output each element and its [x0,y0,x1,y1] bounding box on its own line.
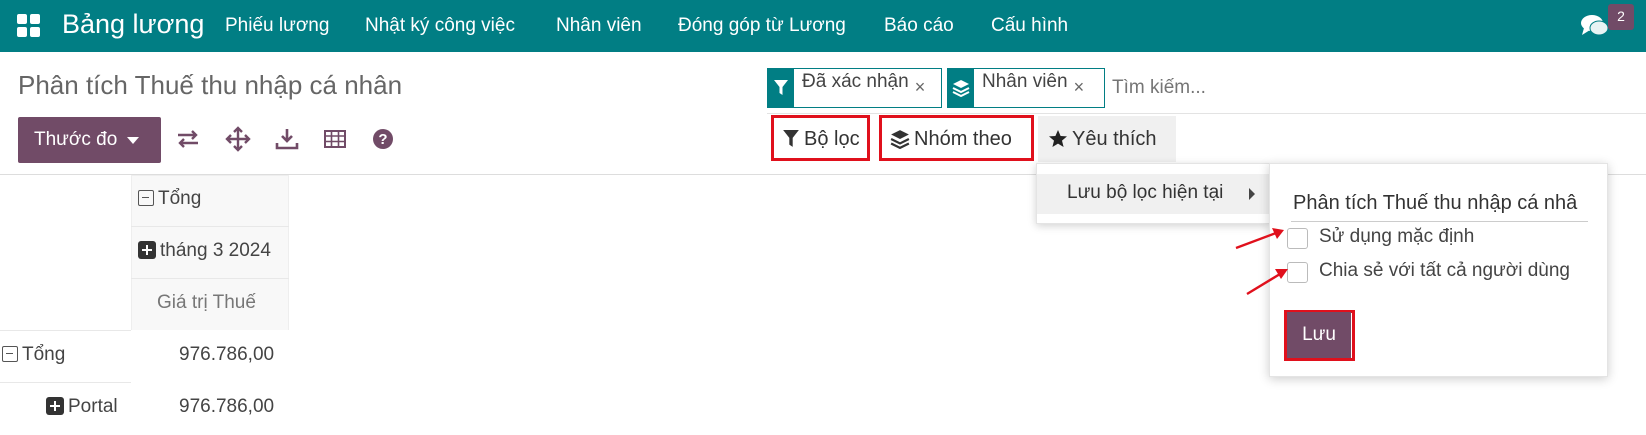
menu-salary-contributions[interactable]: Đóng góp từ Lương [678,15,846,37]
pivot-col-total[interactable]: Tổng [138,188,201,210]
favorites-dropdown: Lưu bộ lọc hiện tại [1036,163,1270,224]
svg-text:?: ? [378,131,387,148]
chat-icon[interactable] [1580,13,1610,39]
help-icon[interactable]: ? [370,126,396,152]
share-all-label: Chia sẻ với tất cả người dùng [1319,260,1570,281]
star-icon [1049,130,1067,147]
app-name[interactable]: Bảng lương [62,9,204,40]
remove-facet-icon[interactable]: × [1074,69,1091,107]
filter-icon [783,130,799,147]
menu-employees[interactable]: Nhân viên [556,15,642,37]
pivot-divider [131,226,289,227]
menu-reports[interactable]: Báo cáo [884,15,954,37]
filter-button[interactable]: Bộ lọc [782,117,860,161]
filter-icon [768,69,794,107]
layers-icon [948,69,974,107]
pivot-col-group-label: tháng 3 2024 [160,240,271,261]
save-current-filter-item[interactable]: Lưu bộ lọc hiện tại [1037,174,1269,214]
pivot-col-group[interactable]: tháng 3 2024 [138,240,271,262]
pivot-cell-value[interactable]: 976.786,00 [179,396,274,418]
measures-button[interactable]: Thước đo [18,117,161,163]
measures-label: Thước đo [34,129,118,150]
use-default-label: Sử dụng mặc định [1319,226,1475,247]
top-navbar: Bảng lương Phiếu lương Nhật ký công việc… [0,0,1646,52]
pivot-divider [131,278,289,279]
pivot-row-total[interactable]: Tổng [2,344,65,366]
flip-axis-icon[interactable] [175,126,201,152]
pivot-row-label: Tổng [22,344,66,365]
search-input[interactable] [1112,70,1532,106]
expand-icon [46,397,64,415]
pivot-row-label: Portal [68,396,118,417]
caret-right-icon [1249,188,1255,200]
menu-payslips[interactable]: Phiếu lương [225,15,329,37]
pivot-cell-value[interactable]: 976.786,00 [179,344,274,366]
message-count-badge: 2 [1608,4,1634,30]
filter-label: Bộ lọc [804,127,860,150]
expand-all-icon[interactable] [225,126,251,152]
groupby-label: Nhóm theo [914,127,1012,150]
apps-grid-icon[interactable] [17,14,41,38]
groupby-button[interactable]: Nhóm theo [890,117,1012,161]
pivot-measure-header[interactable]: Giá trị Thuế [157,292,256,314]
caret-down-icon [127,136,140,144]
table-icon[interactable] [322,126,348,152]
menu-work-entries[interactable]: Nhật ký công việc [365,15,515,37]
collapse-icon [2,346,18,362]
annotation-arrow-icon [1235,228,1284,250]
collapse-icon [138,190,154,206]
favorites-button[interactable]: Yêu thích [1048,117,1157,161]
menu-configuration[interactable]: Cấu hình [991,15,1068,37]
facet-value: Đã xác nhận [802,71,909,92]
download-icon[interactable] [274,126,300,152]
facet-value: Nhân viên [982,71,1068,92]
page-title: Phân tích Thuế thu nhập cá nhân [18,70,403,100]
facet-employee[interactable]: Nhân viên × [947,68,1105,108]
facet-confirmed[interactable]: Đã xác nhận × [767,68,942,108]
save-button[interactable]: Lưu [1287,312,1351,358]
pivot-col-total-label: Tổng [158,188,202,209]
search-divider [767,113,1646,114]
filter-name-input[interactable] [1291,186,1588,222]
expand-icon [138,241,156,259]
remove-facet-icon[interactable]: × [915,69,932,107]
favorites-label: Yêu thích [1072,127,1157,150]
save-current-filter-label: Lưu bộ lọc hiện tại [1067,182,1224,203]
annotation-arrow-icon [1246,269,1288,296]
layers-icon [890,130,910,149]
pivot-row-portal[interactable]: Portal [46,396,118,418]
